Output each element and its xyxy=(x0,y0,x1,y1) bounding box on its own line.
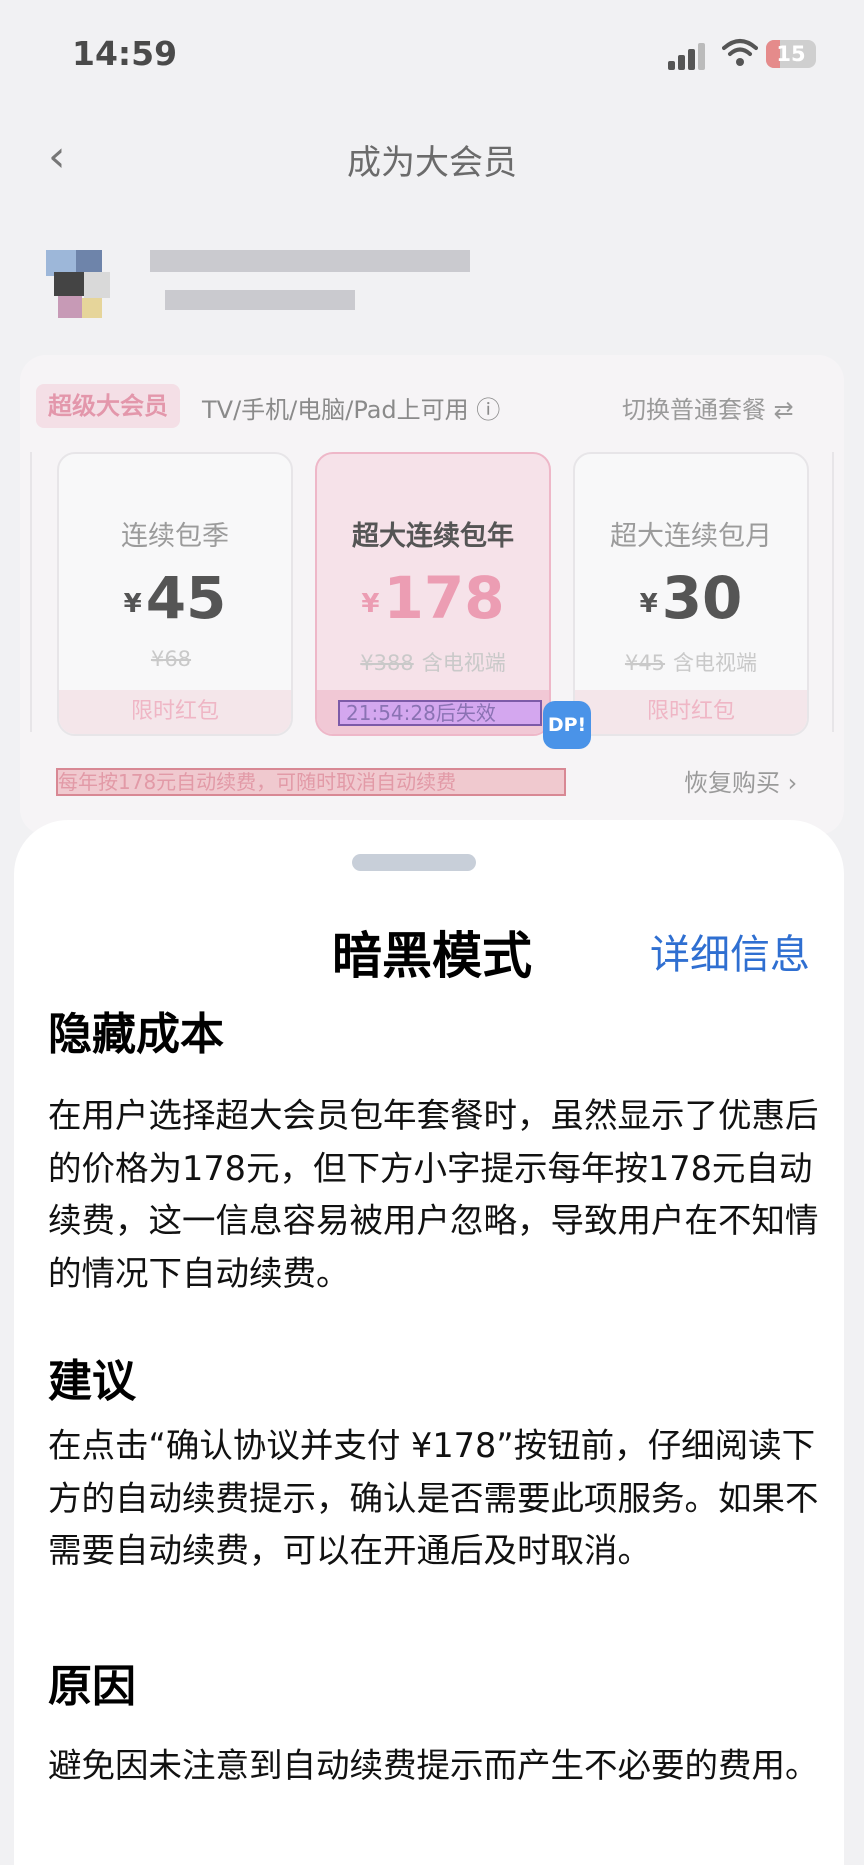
plan-card-yearly[interactable]: 超大连续包年 ¥178 ¥388 含电视端 xyxy=(315,452,551,736)
cellular-signal-icon xyxy=(668,40,708,70)
nav-bar: ‹ 成为大会员 xyxy=(0,115,864,195)
section-heading-reason: 原因 xyxy=(48,1661,136,1712)
section-heading-hidden-cost: 隐藏成本 xyxy=(48,1009,224,1060)
page-title: 成为大会员 xyxy=(347,143,517,183)
availability-text: TV/手机/电脑/Pad上可用 ⓘ xyxy=(202,396,501,424)
plan-card-peek xyxy=(20,452,32,732)
status-bar: 14:59 15 xyxy=(0,0,864,110)
plan-name: 超大连续包年 xyxy=(352,521,514,552)
strikethrough-price: ¥68 xyxy=(150,647,192,671)
battery-level: 15 xyxy=(776,42,806,66)
plan-name: 超大连续包月 xyxy=(610,521,772,552)
switch-plan-button[interactable]: 切换普通套餐 ⇄ xyxy=(622,390,794,425)
countdown-highlight: 21:54:28后失效 xyxy=(338,700,542,726)
username-blurred xyxy=(150,250,470,272)
section-body-reason: 避免因未注意到自动续费提示而产生不必要的费用。 xyxy=(48,1746,819,1785)
strikethrough-price: ¥388 xyxy=(360,651,414,675)
original-price: ¥388 含电视端 xyxy=(317,647,549,677)
promo-label: 限时红包 xyxy=(575,690,807,734)
plan-price: ¥45 xyxy=(59,564,291,632)
promo-label: 限时红包 xyxy=(59,690,291,734)
strikethrough-price: ¥45 xyxy=(624,651,666,675)
plan-card-peek xyxy=(832,452,846,732)
price-value: 30 xyxy=(661,564,743,632)
sheet-drag-handle[interactable] xyxy=(352,854,476,871)
auto-renew-notice-highlight: 每年按178元自动续费，可随时取消自动续费 xyxy=(56,768,566,796)
original-price: ¥45 含电视端 xyxy=(575,647,807,677)
plan-price: ¥178 xyxy=(317,564,549,632)
currency-symbol: ¥ xyxy=(123,589,142,619)
plan-card-monthly[interactable]: 超大连续包月 ¥30 ¥45 含电视端 限时红包 xyxy=(573,452,809,736)
plan-card-quarterly[interactable]: 连续包季 ¥45 ¥68 限时红包 xyxy=(57,452,293,736)
section-body-hidden-cost: 在用户选择超大会员包年套餐时，虽然显示了优惠后的价格为178元，但下方小字提示每… xyxy=(48,1096,819,1293)
price-value: 178 xyxy=(383,564,505,632)
detail-info-link[interactable]: 详细信息 xyxy=(650,922,810,980)
plan-price: ¥30 xyxy=(575,564,807,632)
user-info-blurred xyxy=(165,290,355,310)
status-time: 14:59 xyxy=(72,34,178,73)
tv-included-label: 含电视端 xyxy=(421,651,506,675)
tv-included-label: 含电视端 xyxy=(673,651,758,675)
section-body-advice: 在点击“确认协议并支付 ¥178”按钮前，仔细阅读下方的自动续费提示，确认是否需… xyxy=(48,1426,819,1570)
original-price: ¥68 xyxy=(59,647,291,671)
wifi-icon xyxy=(722,39,758,66)
super-member-tag: 超级大会员 xyxy=(36,384,180,428)
currency-symbol: ¥ xyxy=(639,589,658,619)
dark-pattern-badge-icon[interactable]: DP! xyxy=(543,701,591,749)
section-heading-advice: 建议 xyxy=(48,1356,136,1407)
restore-purchase-link[interactable]: 恢复购买 › xyxy=(684,763,797,798)
currency-symbol: ¥ xyxy=(361,589,380,619)
avatar xyxy=(46,250,120,324)
price-value: 45 xyxy=(145,564,227,632)
battery-icon: 15 xyxy=(766,40,816,68)
plan-name: 连续包季 xyxy=(121,521,229,552)
